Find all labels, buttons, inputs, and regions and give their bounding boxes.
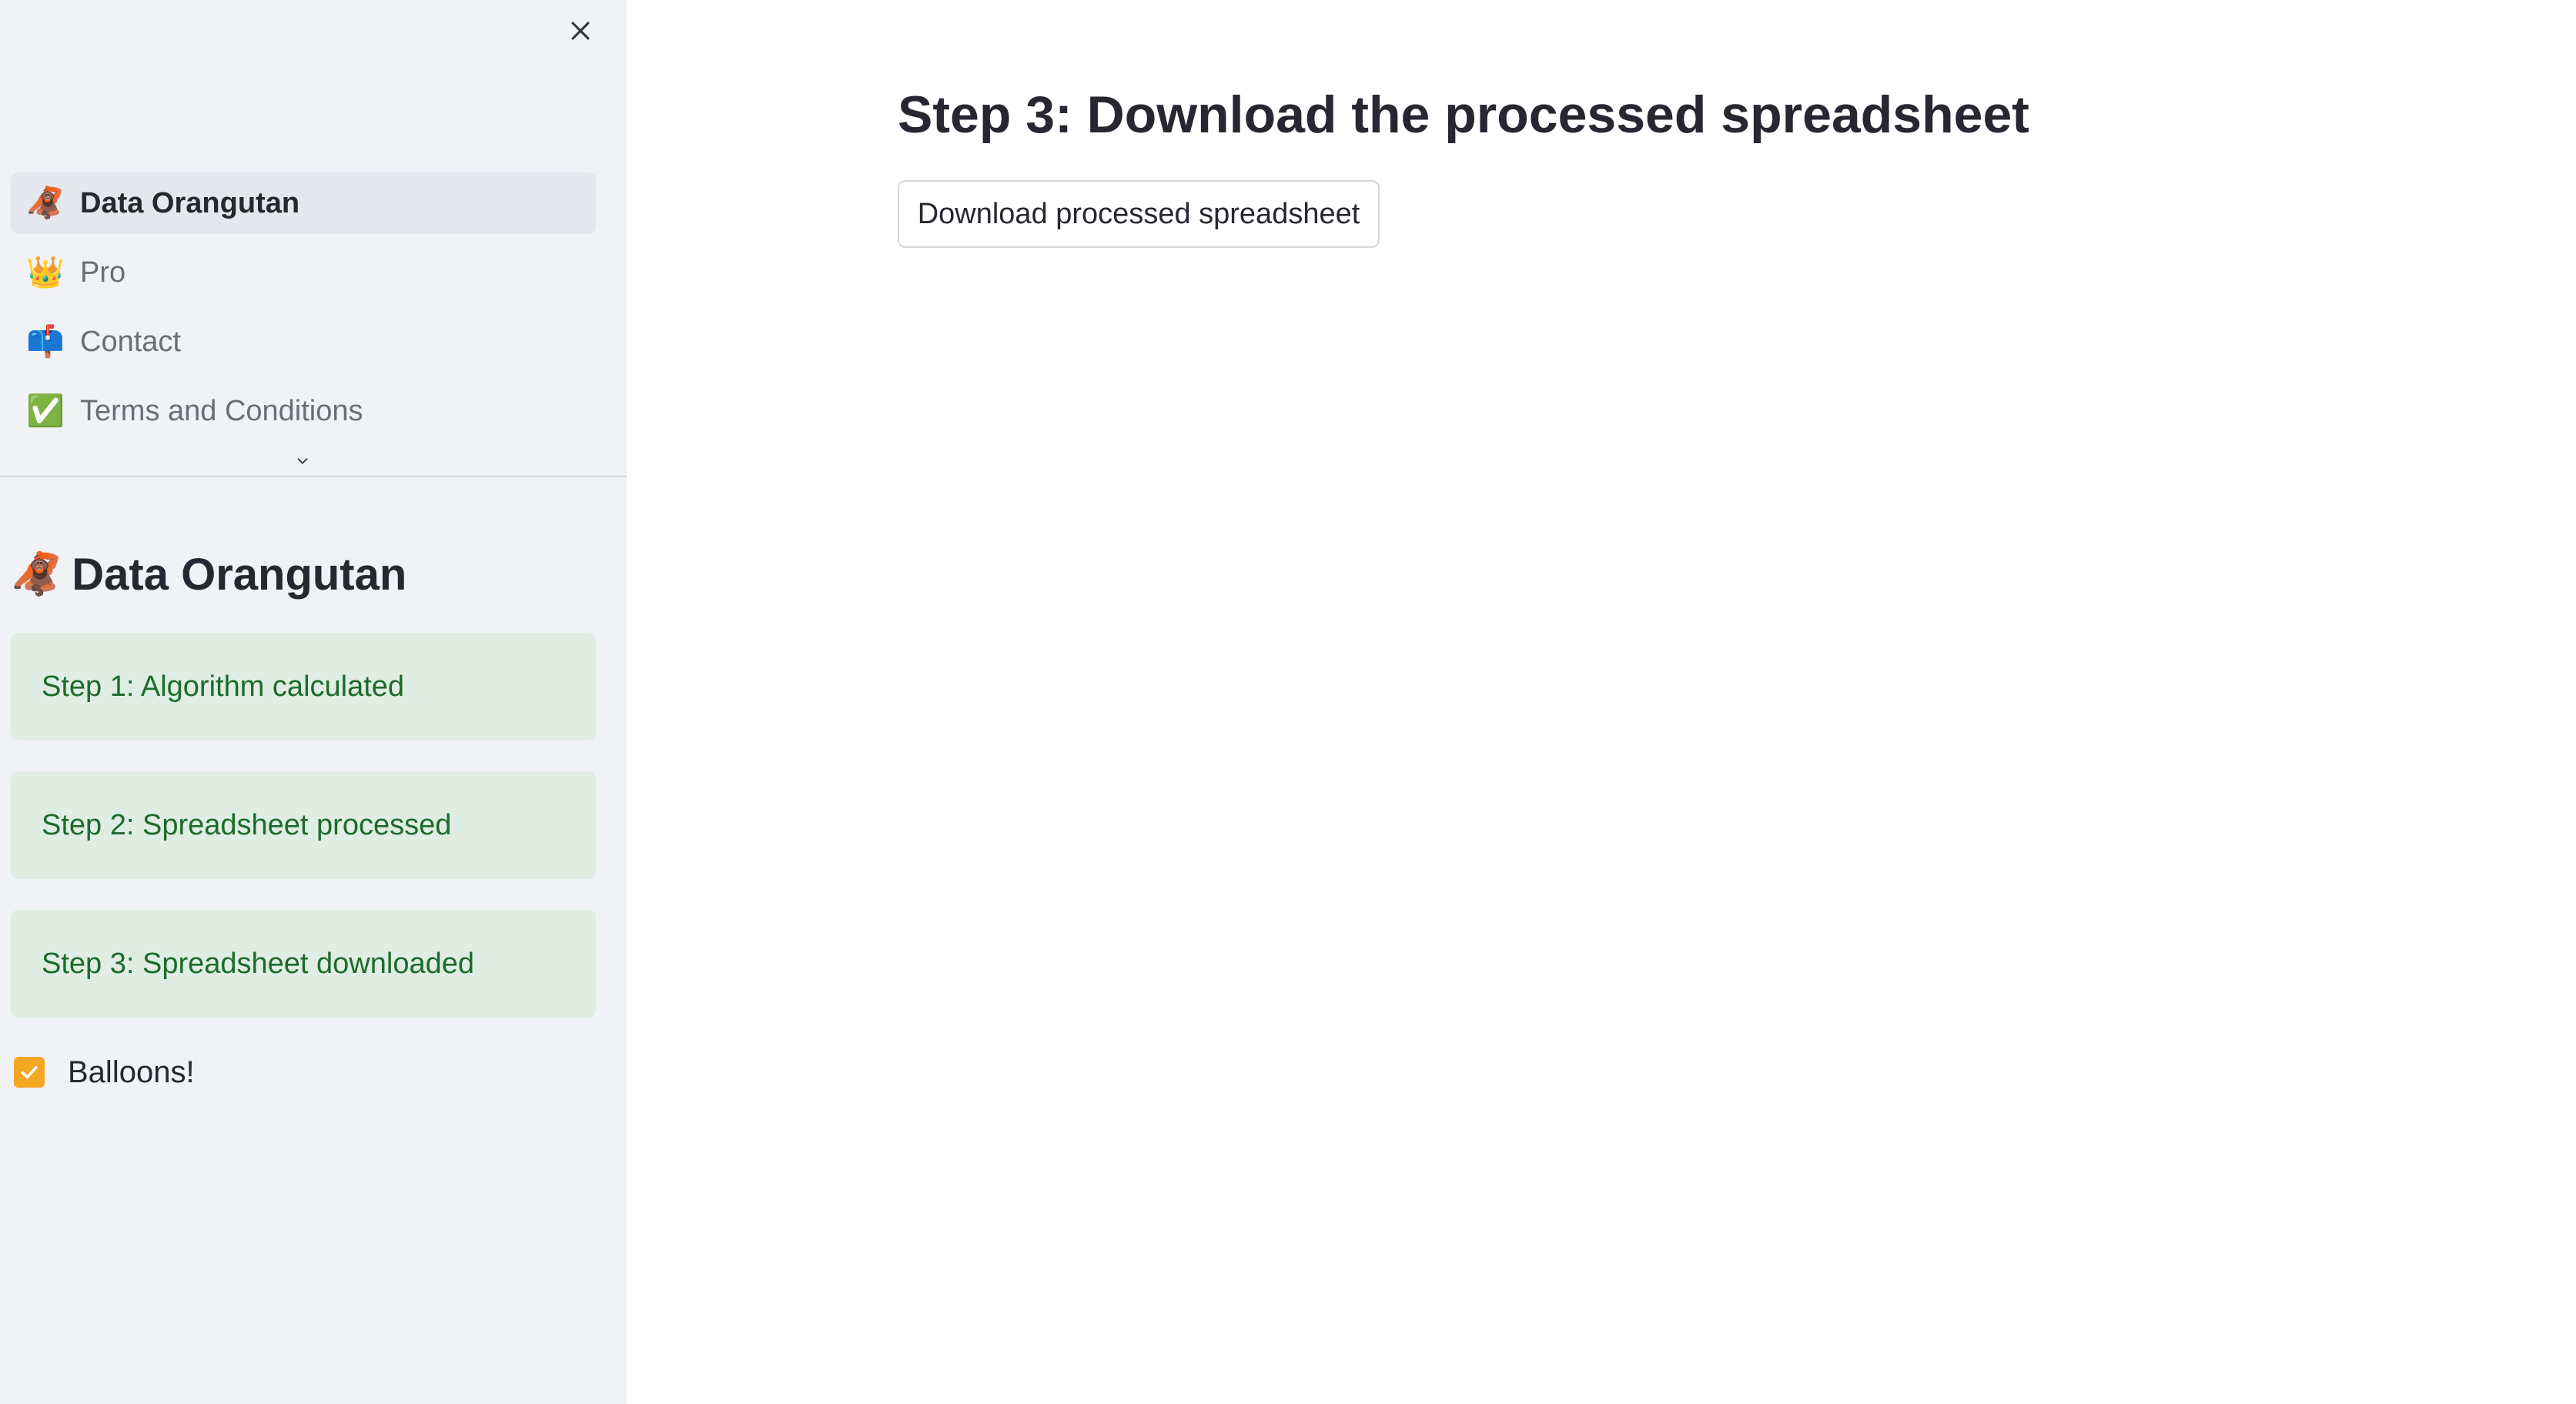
orangutan-icon: 🦧 — [11, 551, 63, 597]
close-sidebar-button[interactable] — [560, 11, 601, 51]
sidebar-item-terms-and-conditions[interactable]: ✅ Terms and Conditions — [11, 380, 596, 442]
chevron-down-icon — [297, 458, 308, 465]
sidebar-item-data-orangutan[interactable]: 🦧 Data Orangutan — [11, 172, 596, 234]
sidebar-item-pro[interactable]: 👑 Pro — [11, 242, 596, 303]
success-alert-text: Step 2: Spreadsheet processed — [42, 808, 452, 841]
sidebar-item-label: Pro — [80, 256, 126, 289]
expand-nav-button[interactable] — [291, 450, 314, 473]
sidebar-item-label: Terms and Conditions — [80, 394, 363, 427]
sidebar: 🦧 Data Orangutan 👑 Pro 📫 Contact ✅ Terms… — [0, 0, 627, 1404]
balloons-checkbox[interactable]: Balloons! — [14, 1053, 195, 1091]
sidebar-item-label: Contact — [80, 325, 181, 358]
download-button[interactable]: Download processed spreadsheet — [898, 180, 1380, 248]
page-title: Step 3: Download the processed spreadshe… — [898, 85, 2029, 144]
success-alert-step-3: Step 3: Spreadsheet downloaded — [11, 910, 596, 1018]
crown-icon: 👑 — [26, 256, 65, 289]
sidebar-item-label: Data Orangutan — [80, 186, 300, 219]
checkmark-icon — [21, 1065, 38, 1079]
success-alert-step-2: Step 2: Spreadsheet processed — [11, 771, 596, 879]
app: 🦧 Data Orangutan 👑 Pro 📫 Contact ✅ Terms… — [0, 0, 2576, 1404]
sidebar-title: Data Orangutan — [72, 549, 407, 600]
check-mark-button-icon: ✅ — [26, 394, 65, 428]
checkbox-label: Balloons! — [68, 1055, 195, 1089]
success-alert-step-1: Step 1: Algorithm calculated — [11, 633, 596, 740]
sidebar-item-contact[interactable]: 📫 Contact — [11, 311, 596, 373]
sidebar-header: 🦧 Data Orangutan — [11, 543, 406, 605]
checkbox-checked-icon[interactable] — [14, 1057, 45, 1088]
success-alert-text: Step 1: Algorithm calculated — [42, 670, 405, 703]
success-alert-text: Step 3: Spreadsheet downloaded — [42, 947, 474, 980]
sidebar-divider — [0, 476, 627, 477]
close-icon — [571, 22, 590, 40]
sidebar-nav: 🦧 Data Orangutan 👑 Pro 📫 Contact ✅ Terms… — [11, 172, 596, 470]
mailbox-icon: 📫 — [26, 325, 65, 359]
orangutan-icon: 🦧 — [26, 186, 65, 220]
